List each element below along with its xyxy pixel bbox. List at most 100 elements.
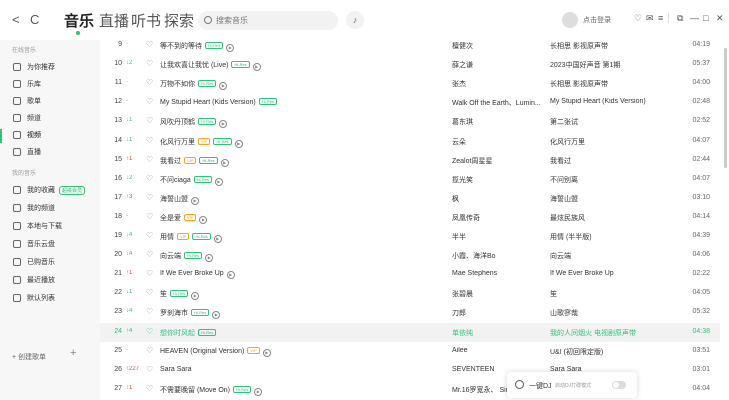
play-mv-icon[interactable]: ▶ xyxy=(212,311,221,320)
song-artist[interactable]: 葛东琪 xyxy=(452,117,547,127)
settings-icon[interactable]: ≡ xyxy=(658,13,663,23)
heart-icon[interactable]: ♡ xyxy=(146,40,153,49)
song-artist[interactable]: Ailee xyxy=(452,347,547,354)
sidebar-item-recommend[interactable]: 为你推荐 xyxy=(13,61,55,73)
song-title[interactable]: 海誓山盟 ▶ xyxy=(160,194,440,205)
play-mv-icon[interactable]: ▶ xyxy=(254,387,263,396)
song-artist[interactable]: Mae Stephens xyxy=(452,270,547,277)
song-artist[interactable]: Zealot周星星 xyxy=(452,156,547,166)
song-title[interactable]: 罗刹海市 Hi-Res ▶ xyxy=(160,308,440,320)
song-title[interactable]: 不需要晚留 (Move On) Hi-Res ▶ xyxy=(160,385,440,396)
dj-toggle[interactable] xyxy=(612,381,626,389)
play-mv-icon[interactable]: ▶ xyxy=(226,271,235,280)
song-album[interactable]: My Stupid Heart (Kids Version) xyxy=(550,98,690,105)
heart-icon[interactable]: ♡ xyxy=(146,155,153,164)
song-artist[interactable]: 张杰 xyxy=(452,79,547,89)
song-album[interactable]: 向云端 xyxy=(550,251,690,261)
tab-live[interactable]: 直播 xyxy=(99,10,129,31)
sidebar-item-live[interactable]: 直播 xyxy=(13,146,41,158)
song-artist[interactable]: 单依纯 xyxy=(452,328,547,338)
song-artist[interactable]: 云朵 xyxy=(452,137,547,147)
play-mv-icon[interactable]: ▶ xyxy=(191,196,199,205)
heart-icon[interactable]: ♡ xyxy=(146,116,153,125)
heart-icon[interactable]: ♡ xyxy=(146,250,153,259)
heart-icon[interactable]: ♡ xyxy=(146,384,153,393)
table-row[interactable]: 10 ↓2 ♡ 让我欢喜让我忧 (Live) Hi-Res ▶ 薛之谦 2023中国好声音 第… xyxy=(100,55,720,74)
table-row[interactable]: 20 ↓4 ♡ 向云端 Hi-Res ▶ 小霞、海洋Bo 向云端 04:06 xyxy=(100,246,720,265)
song-artist[interactable]: 凤凰传奇 xyxy=(452,213,547,223)
song-title[interactable]: My Stupid Heart (Kids Version) Hi-Res xyxy=(160,98,440,106)
table-row[interactable]: 23 ↓4 ♡ 罗刹海市 Hi-Res ▶ 刀郎 山歌寥哉 05:32 xyxy=(100,303,720,322)
song-album[interactable]: 2023中国好声音 第1期 xyxy=(550,60,690,70)
song-artist[interactable]: 檀健次 xyxy=(452,41,547,51)
song-title[interactable]: 向云端 Hi-Res ▶ xyxy=(160,251,440,263)
heart-icon[interactable]: ♡ xyxy=(146,78,153,87)
song-album[interactable]: 长相思 影视原声带 xyxy=(550,41,690,51)
play-mv-icon[interactable]: ▶ xyxy=(199,215,208,224)
minimize-icon[interactable]: — xyxy=(690,13,699,23)
song-title[interactable]: 笙 Hi-Res ▶ xyxy=(160,289,440,301)
song-title[interactable]: 用情 VIP Hi-Res ▶ xyxy=(160,232,440,243)
mini-mode-icon[interactable]: ⧉ xyxy=(677,13,683,24)
play-mv-icon[interactable]: ▶ xyxy=(219,82,228,91)
create-playlist-button[interactable]: + 创建歌单 xyxy=(12,352,46,362)
song-title[interactable]: 风吹丹顶鹤 Hi-Res ▶ xyxy=(160,117,440,129)
sidebar-item-playlists[interactable]: 歌单 xyxy=(13,95,41,107)
song-title[interactable]: 化风行万里 VIP Hi-Res ▶ xyxy=(160,137,440,148)
song-album[interactable]: 化风行万里 xyxy=(550,137,690,147)
scrollbar-thumb[interactable] xyxy=(724,48,727,168)
heart-icon[interactable]: ♡ xyxy=(146,97,153,106)
play-mv-icon[interactable]: ▶ xyxy=(214,177,223,186)
heart-icon[interactable]: ♡ xyxy=(146,59,153,68)
song-title[interactable]: 想你时风起 Hi-Res xyxy=(160,328,440,338)
tab-music[interactable]: 音乐 xyxy=(64,10,94,31)
login-link[interactable]: 点击登录 xyxy=(583,15,611,25)
avatar[interactable] xyxy=(562,12,578,28)
music-recognition-icon[interactable]: ♪ xyxy=(346,11,364,29)
mail-icon[interactable]: ✉ xyxy=(646,13,654,24)
song-title[interactable]: HEAVEN (Original Version) VIP ▶ xyxy=(160,346,440,357)
table-row[interactable]: 11- ♡ 万物不如你 Hi-Res ▶ 张杰 长相思 影视原声带 04:00 xyxy=(100,74,720,93)
heart-icon[interactable]: ♡ xyxy=(146,346,153,355)
refresh-button[interactable]: C xyxy=(30,12,39,27)
sidebar-item-recent[interactable]: 最近播放 xyxy=(13,274,55,286)
sidebar-item-channels[interactable]: 频道 xyxy=(13,112,41,124)
song-album[interactable]: 用情 (半半版) xyxy=(550,232,690,242)
sidebar-item-cloud[interactable]: 音乐云盘 xyxy=(13,238,55,250)
heart-icon[interactable]: ♡ xyxy=(146,307,153,316)
table-row[interactable]: 15 ↑1 ♡ 我看过 VIP Hi-Res ▶ Zealot周星星 我看过 02:44 xyxy=(100,151,720,170)
song-artist[interactable]: 半半 xyxy=(452,232,547,242)
sidebar-item-videos[interactable]: 视频 xyxy=(13,129,41,141)
sidebar-item-my-channels[interactable]: 我的频道 xyxy=(13,202,55,214)
table-row[interactable]: 13 ↓1 ♡ 风吹丹顶鹤 Hi-Res ▶ 葛东琪 第二张试 02:52 xyxy=(100,112,720,131)
play-mv-icon[interactable]: ▶ xyxy=(205,254,214,263)
heart-icon[interactable]: ♡ xyxy=(146,174,153,183)
heart-icon[interactable]: ♡ xyxy=(146,136,153,145)
song-album[interactable]: 长相思 影视原声带 xyxy=(550,79,690,89)
song-album[interactable]: If We Ever Broke Up xyxy=(550,270,690,277)
table-row[interactable]: 9- ♡ 等不到的等待 Hi-Res ▶ 檀健次 长相思 影视原声带 04:19 xyxy=(100,36,720,55)
tab-audiobook[interactable]: 听书 xyxy=(131,10,161,31)
heart-icon[interactable]: ♡ xyxy=(146,193,153,202)
song-artist[interactable]: 小霞、海洋Bo xyxy=(452,251,547,261)
heart-icon[interactable]: ♡ xyxy=(146,269,153,278)
song-album[interactable]: U&I (初回限定版) xyxy=(550,347,690,357)
song-album[interactable]: 最炫民族风 xyxy=(550,213,690,223)
sidebar-item-purchased[interactable]: 已购音乐 xyxy=(13,256,55,268)
play-mv-icon[interactable]: ▶ xyxy=(262,348,271,357)
table-row[interactable]: 21 ↑1 ♡ If We Ever Broke Up ▶ Mae Stephens If … xyxy=(100,265,720,284)
table-row[interactable]: 25- ♡ HEAVEN (Original Version) VIP ▶ Ailee U&… xyxy=(100,342,720,361)
play-mv-icon[interactable]: ▶ xyxy=(252,63,261,72)
song-title[interactable]: 不问ciaga Hi-Res ▶ xyxy=(160,175,440,186)
heart-icon[interactable]: ♡ xyxy=(146,365,153,374)
search-input[interactable]: 搜索音乐 xyxy=(198,11,338,30)
song-album[interactable]: 笙 xyxy=(550,289,690,299)
song-artist[interactable]: 揽光笑 xyxy=(452,175,547,185)
song-album[interactable]: 不问别离 xyxy=(550,175,690,185)
song-title[interactable]: Sara Sara xyxy=(160,366,440,373)
add-playlist-icon[interactable]: + xyxy=(70,347,76,359)
song-title[interactable]: If We Ever Broke Up ▶ xyxy=(160,270,440,280)
sidebar-item-local-download[interactable]: 本地与下载 xyxy=(13,220,62,232)
song-artist[interactable]: 薛之谦 xyxy=(452,60,547,70)
song-album[interactable]: 山歌寥哉 xyxy=(550,308,690,318)
